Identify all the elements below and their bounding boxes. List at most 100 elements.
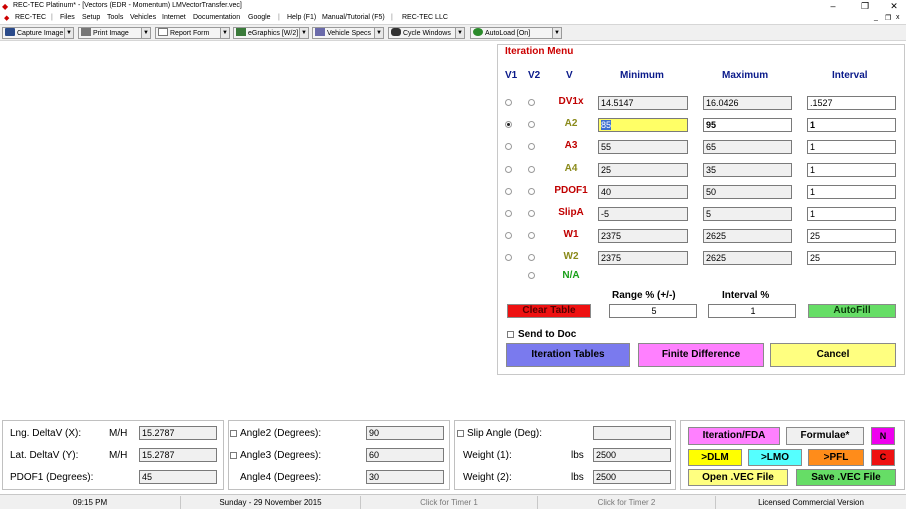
v2-radio[interactable] (528, 165, 535, 173)
minimize-button[interactable]: – (823, 0, 843, 12)
weight1-input[interactable]: 2500 (593, 448, 671, 462)
angle2-checkbox[interactable] (230, 430, 237, 437)
report-form-label: Report Form (170, 30, 210, 37)
chevron-down-icon[interactable]: ▼ (220, 28, 229, 38)
lmo-button[interactable]: >LMO (748, 449, 802, 466)
chevron-down-icon[interactable]: ▼ (141, 28, 150, 38)
send-to-doc-checkbox[interactable] (507, 331, 514, 338)
minimum-input[interactable]: 40 (598, 184, 688, 199)
iteration-fda-button[interactable]: Iteration/FDA (688, 427, 780, 445)
interval-input[interactable]: 1 (807, 162, 896, 177)
autofill-button[interactable]: AutoFill (808, 304, 896, 318)
interval-input[interactable]: .1527 (807, 96, 896, 110)
maximum-input[interactable]: 5 (703, 207, 792, 221)
menu-files[interactable]: Files (60, 14, 75, 21)
minimum-input[interactable]: 2375 (598, 229, 688, 244)
maximum-input[interactable]: 50 (703, 184, 792, 199)
angle3-checkbox[interactable] (230, 452, 237, 459)
menu-documentation[interactable]: Documentation (193, 14, 240, 21)
maximum-input[interactable]: 16.0426 (703, 96, 792, 110)
minimum-input[interactable]: 14.5147 (598, 96, 688, 110)
menu-rec-tec[interactable]: REC-TEC (15, 14, 46, 21)
menu-tools[interactable]: Tools (107, 14, 123, 21)
menu-google[interactable]: Google (248, 14, 271, 21)
chevron-down-icon[interactable]: ▼ (455, 28, 464, 38)
angle3-input[interactable]: 60 (366, 448, 444, 462)
v1-radio[interactable] (505, 187, 512, 195)
v2-radio[interactable] (528, 187, 535, 195)
chevron-down-icon[interactable]: ▼ (374, 28, 383, 38)
menu-vehicles[interactable]: Vehicles (130, 14, 156, 21)
close-button[interactable]: ✕ (884, 0, 904, 12)
menu-setup[interactable]: Setup (82, 14, 100, 21)
chevron-down-icon[interactable]: ▼ (299, 28, 308, 38)
timer2-button[interactable]: Click for Timer 2 (538, 496, 716, 509)
angle4-input[interactable]: 30 (366, 470, 444, 484)
v1-radio[interactable] (505, 99, 512, 106)
pdof1-input[interactable]: 45 (139, 470, 217, 484)
mdi-minimize-button[interactable]: _ (874, 14, 878, 21)
finite-difference-button[interactable]: Finite Difference (638, 343, 764, 367)
iteration-tables-button[interactable]: Iteration Tables (506, 343, 630, 367)
lat-deltav-input[interactable]: 15.2787 (139, 448, 217, 462)
interval-input[interactable]: 1 (807, 140, 896, 155)
minimum-input[interactable]: 25 (598, 162, 688, 177)
cancel-button[interactable]: Cancel (770, 343, 896, 367)
c-button[interactable]: C (871, 449, 895, 466)
interval-input[interactable]: 1 (807, 207, 896, 221)
minimum-input[interactable]: 55 (598, 140, 688, 155)
maximum-input[interactable]: 65 (703, 140, 792, 155)
minimum-input[interactable]: 85 (598, 118, 688, 133)
report-form-button[interactable]: Report Form ▼ (155, 27, 230, 39)
maximum-input[interactable]: 2625 (703, 251, 792, 266)
status-time: 09:15 PM (0, 496, 181, 509)
angle2-input[interactable]: 90 (366, 426, 444, 440)
vehicle-specs-button[interactable]: Vehicle Specs ▼ (312, 27, 384, 39)
menu-help[interactable]: Help (F1) (287, 14, 316, 21)
clear-table-button[interactable]: Clear Table (507, 304, 591, 318)
maximum-input[interactable]: 35 (703, 162, 792, 177)
v2-radio[interactable] (528, 99, 535, 106)
restore-button[interactable]: ❐ (855, 0, 875, 12)
window-title: REC-TEC Platinum* - [Vectors (EDR - Mome… (13, 2, 242, 9)
angle3-label: Angle3 (Degrees): (240, 450, 322, 461)
capture-image-button[interactable]: Capture Image ▼ (2, 27, 74, 39)
menu-internet[interactable]: Internet (162, 14, 186, 21)
maximum-input[interactable]: 95 (703, 118, 792, 133)
chevron-down-icon[interactable]: ▼ (64, 28, 73, 38)
interval-input[interactable]: 1 (807, 184, 896, 199)
timer1-button[interactable]: Click for Timer 1 (361, 496, 538, 509)
n-button[interactable]: N (871, 427, 895, 445)
pfl-button[interactable]: >PFL (808, 449, 864, 466)
lng-deltav-input[interactable]: 15.2787 (139, 426, 217, 440)
range-pct-input[interactable]: 5 (609, 304, 697, 318)
egraphics-button[interactable]: eGraphics [W/2] ▼ (233, 27, 309, 39)
v1-radio[interactable] (505, 210, 512, 217)
interval-pct-input[interactable]: 1 (708, 304, 796, 318)
maximum-input[interactable]: 2625 (703, 229, 792, 244)
interval-input[interactable]: 1 (807, 118, 896, 133)
minimum-input[interactable]: 2375 (598, 251, 688, 266)
interval-input[interactable]: 25 (807, 229, 896, 244)
mdi-close-button[interactable]: x (896, 14, 900, 21)
v1-radio[interactable] (505, 165, 512, 173)
menu-manual-tutorial[interactable]: Manual/Tutorial (F5) (322, 14, 385, 21)
autoload-button[interactable]: AutoLoad [On] ▼ (470, 27, 562, 39)
minimum-input[interactable]: -5 (598, 207, 688, 221)
open-vec-file-button[interactable]: Open .VEC File (688, 469, 788, 486)
cycle-windows-button[interactable]: Cycle Windows ▼ (388, 27, 465, 39)
formulae-button[interactable]: Formulae* (786, 427, 864, 445)
slip-angle-input[interactable] (593, 426, 671, 440)
v2-radio-na[interactable] (528, 272, 535, 279)
interval-input[interactable]: 25 (807, 251, 896, 266)
menu-rec-tec-llc[interactable]: REC-TEC LLC (402, 14, 448, 21)
weight2-input[interactable]: 2500 (593, 470, 671, 484)
range-label: Range % (+/-) (612, 290, 676, 301)
slip-angle-checkbox[interactable] (457, 430, 464, 437)
chevron-down-icon[interactable]: ▼ (552, 28, 561, 38)
save-vec-file-button[interactable]: Save .VEC File (796, 469, 896, 486)
v2-radio[interactable] (528, 210, 535, 217)
print-image-button[interactable]: Print Image ▼ (78, 27, 151, 39)
dlm-button[interactable]: >DLM (688, 449, 742, 466)
mdi-restore-button[interactable]: ❐ (885, 14, 891, 22)
